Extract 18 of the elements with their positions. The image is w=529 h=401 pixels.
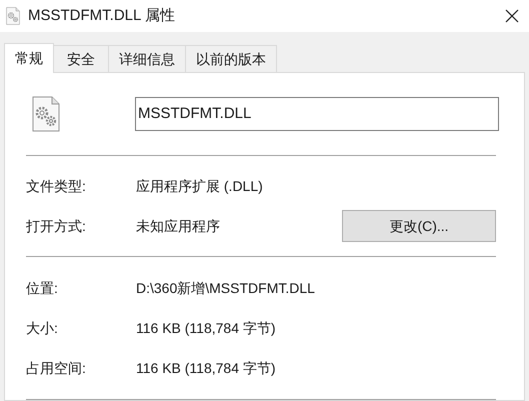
field-label: 文件类型: bbox=[26, 176, 87, 196]
tab[interactable]: 常规 bbox=[4, 43, 54, 73]
field-label: 打开方式: bbox=[26, 216, 87, 236]
field-value: D:\360新增\MSSTDFMT.DLL bbox=[136, 278, 316, 298]
tab[interactable]: 以前的版本 bbox=[185, 45, 277, 72]
close-icon[interactable] bbox=[505, 9, 519, 23]
file-gears-icon bbox=[32, 96, 60, 132]
field-label: 大小: bbox=[26, 318, 59, 338]
field-value: 应用程序扩展 (.DLL) bbox=[136, 176, 264, 196]
change-button[interactable]: 更改(C)... bbox=[342, 210, 496, 242]
field-value: 未知应用程序 bbox=[136, 216, 221, 236]
field-value: 116 KB (118,784 字节) bbox=[136, 318, 277, 338]
window-title: MSSTDFMT.DLL 属性 bbox=[28, 6, 175, 26]
field-value: 116 KB (118,784 字节) bbox=[136, 358, 277, 378]
file-name-field[interactable]: MSSTDFMT.DLL bbox=[135, 97, 499, 131]
field-label: 占用空间: bbox=[26, 358, 87, 378]
field-label: 位置: bbox=[26, 278, 59, 298]
file-gears-icon bbox=[6, 7, 20, 25]
